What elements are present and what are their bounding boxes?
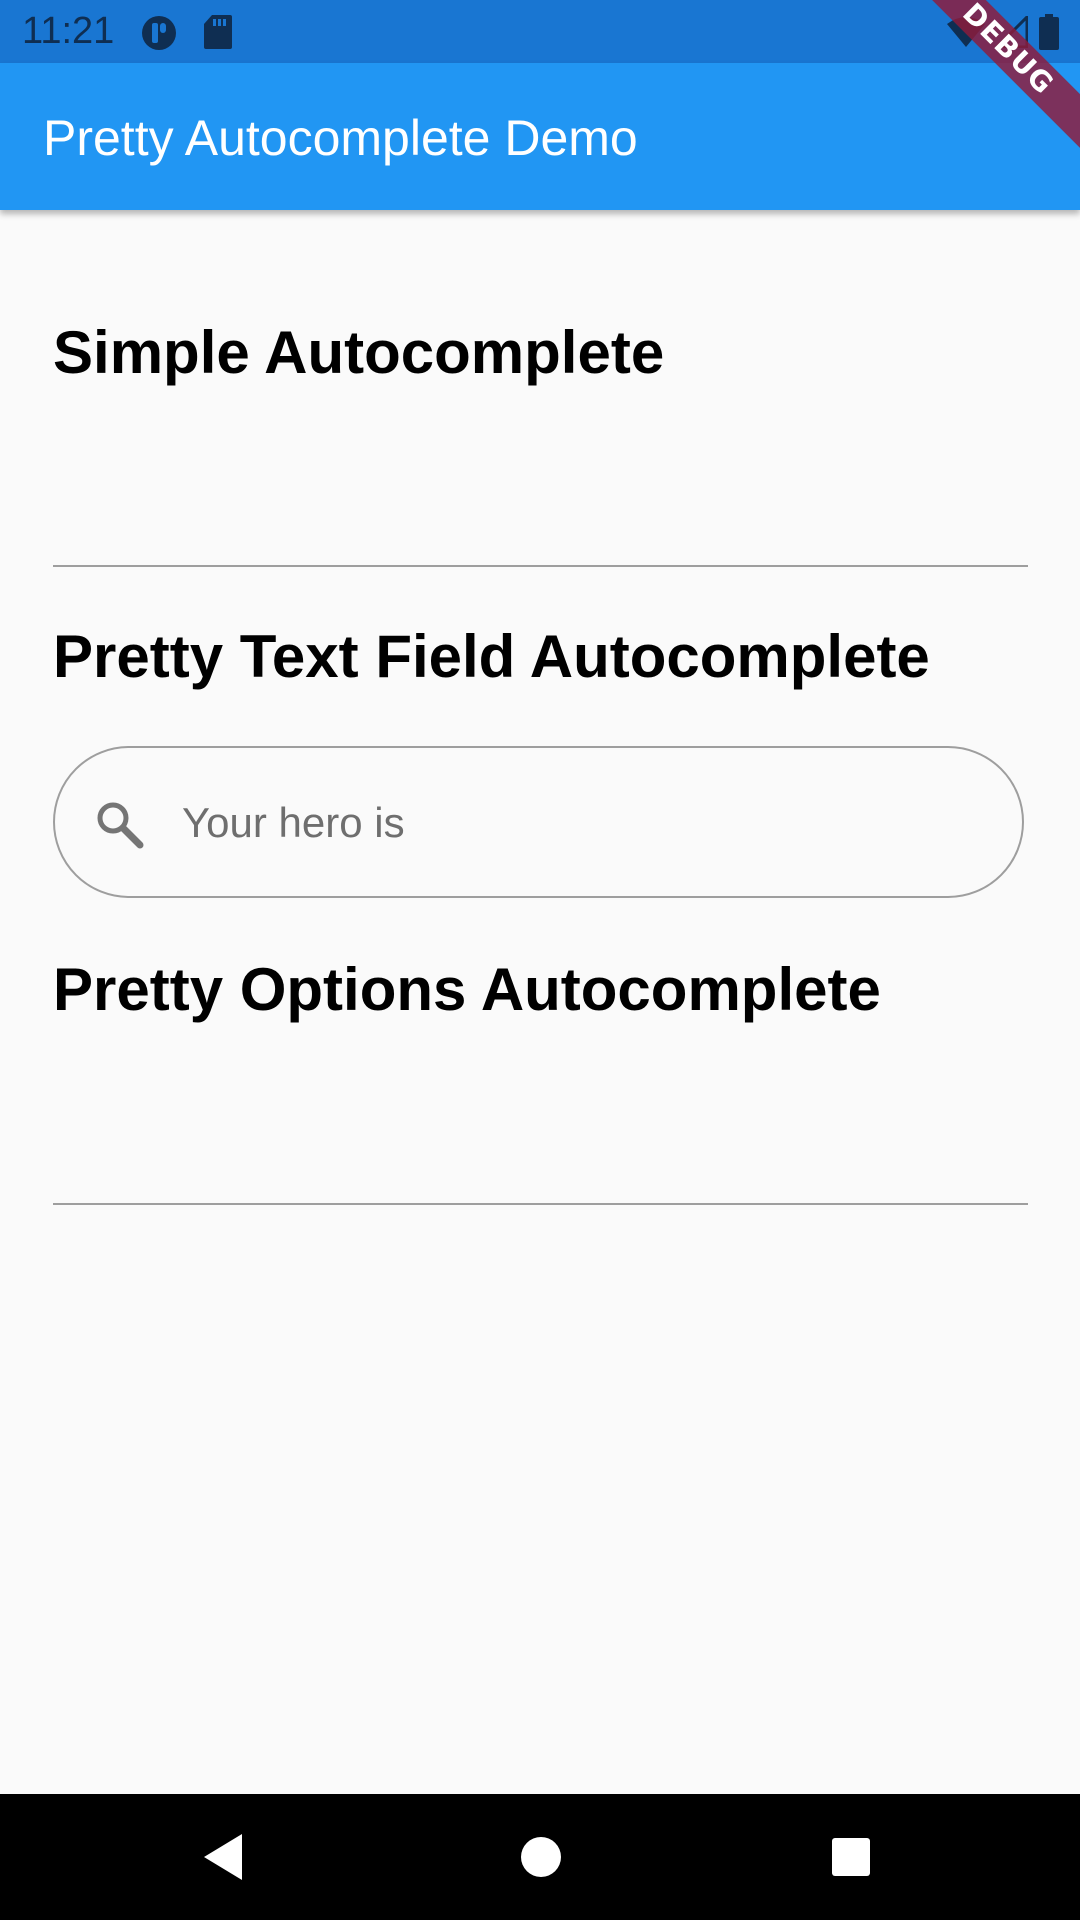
system-nav-bar [0,1794,1080,1920]
battery-icon [1038,14,1060,50]
back-icon[interactable] [194,1826,256,1888]
hero-search-input[interactable] [180,778,984,868]
app-notification-icon [140,14,178,52]
status-time: 11:21 [22,10,115,52]
status-bar: 11:21 [0,0,1080,63]
search-icon [93,798,145,850]
screen: 11:21 Pretty Autocomplete Demo DEBUG Sim… [0,0,1080,1920]
home-icon[interactable] [510,1826,572,1888]
app-title: Pretty Autocomplete Demo [43,110,638,166]
hero-search-field[interactable] [53,746,1024,898]
options-autocomplete-divider [53,1203,1028,1205]
app-bar: Pretty Autocomplete Demo [0,63,1080,210]
sd-card-icon [203,14,233,50]
simple-autocomplete-title: Simple Autocomplete [53,319,665,386]
options-autocomplete-title: Pretty Options Autocomplete [53,956,881,1023]
recents-icon[interactable] [820,1826,882,1888]
simple-autocomplete-divider [53,565,1028,567]
text-field-autocomplete-title: Pretty Text Field Autocomplete [53,623,930,690]
